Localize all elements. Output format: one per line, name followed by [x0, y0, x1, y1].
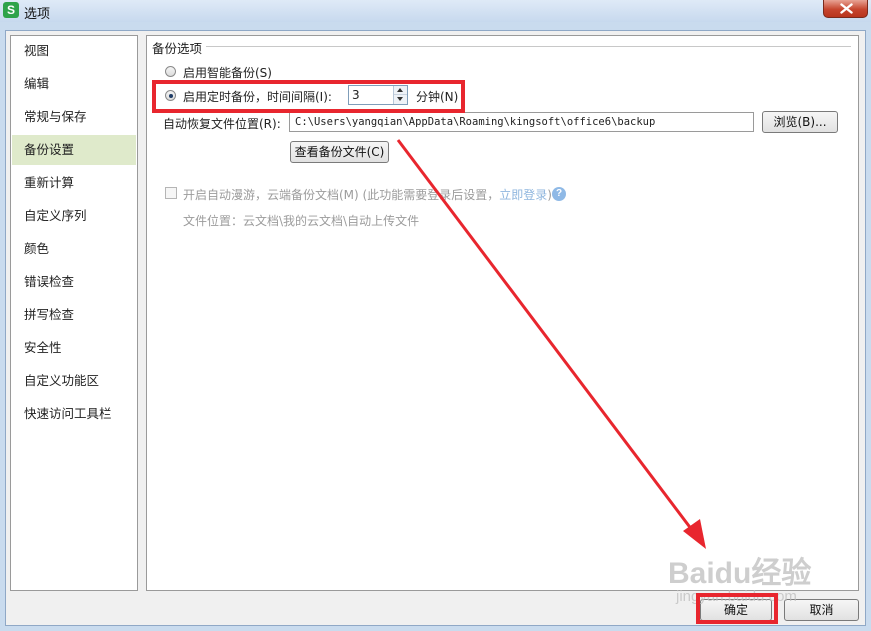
annotation-arrow — [396, 139, 706, 549]
